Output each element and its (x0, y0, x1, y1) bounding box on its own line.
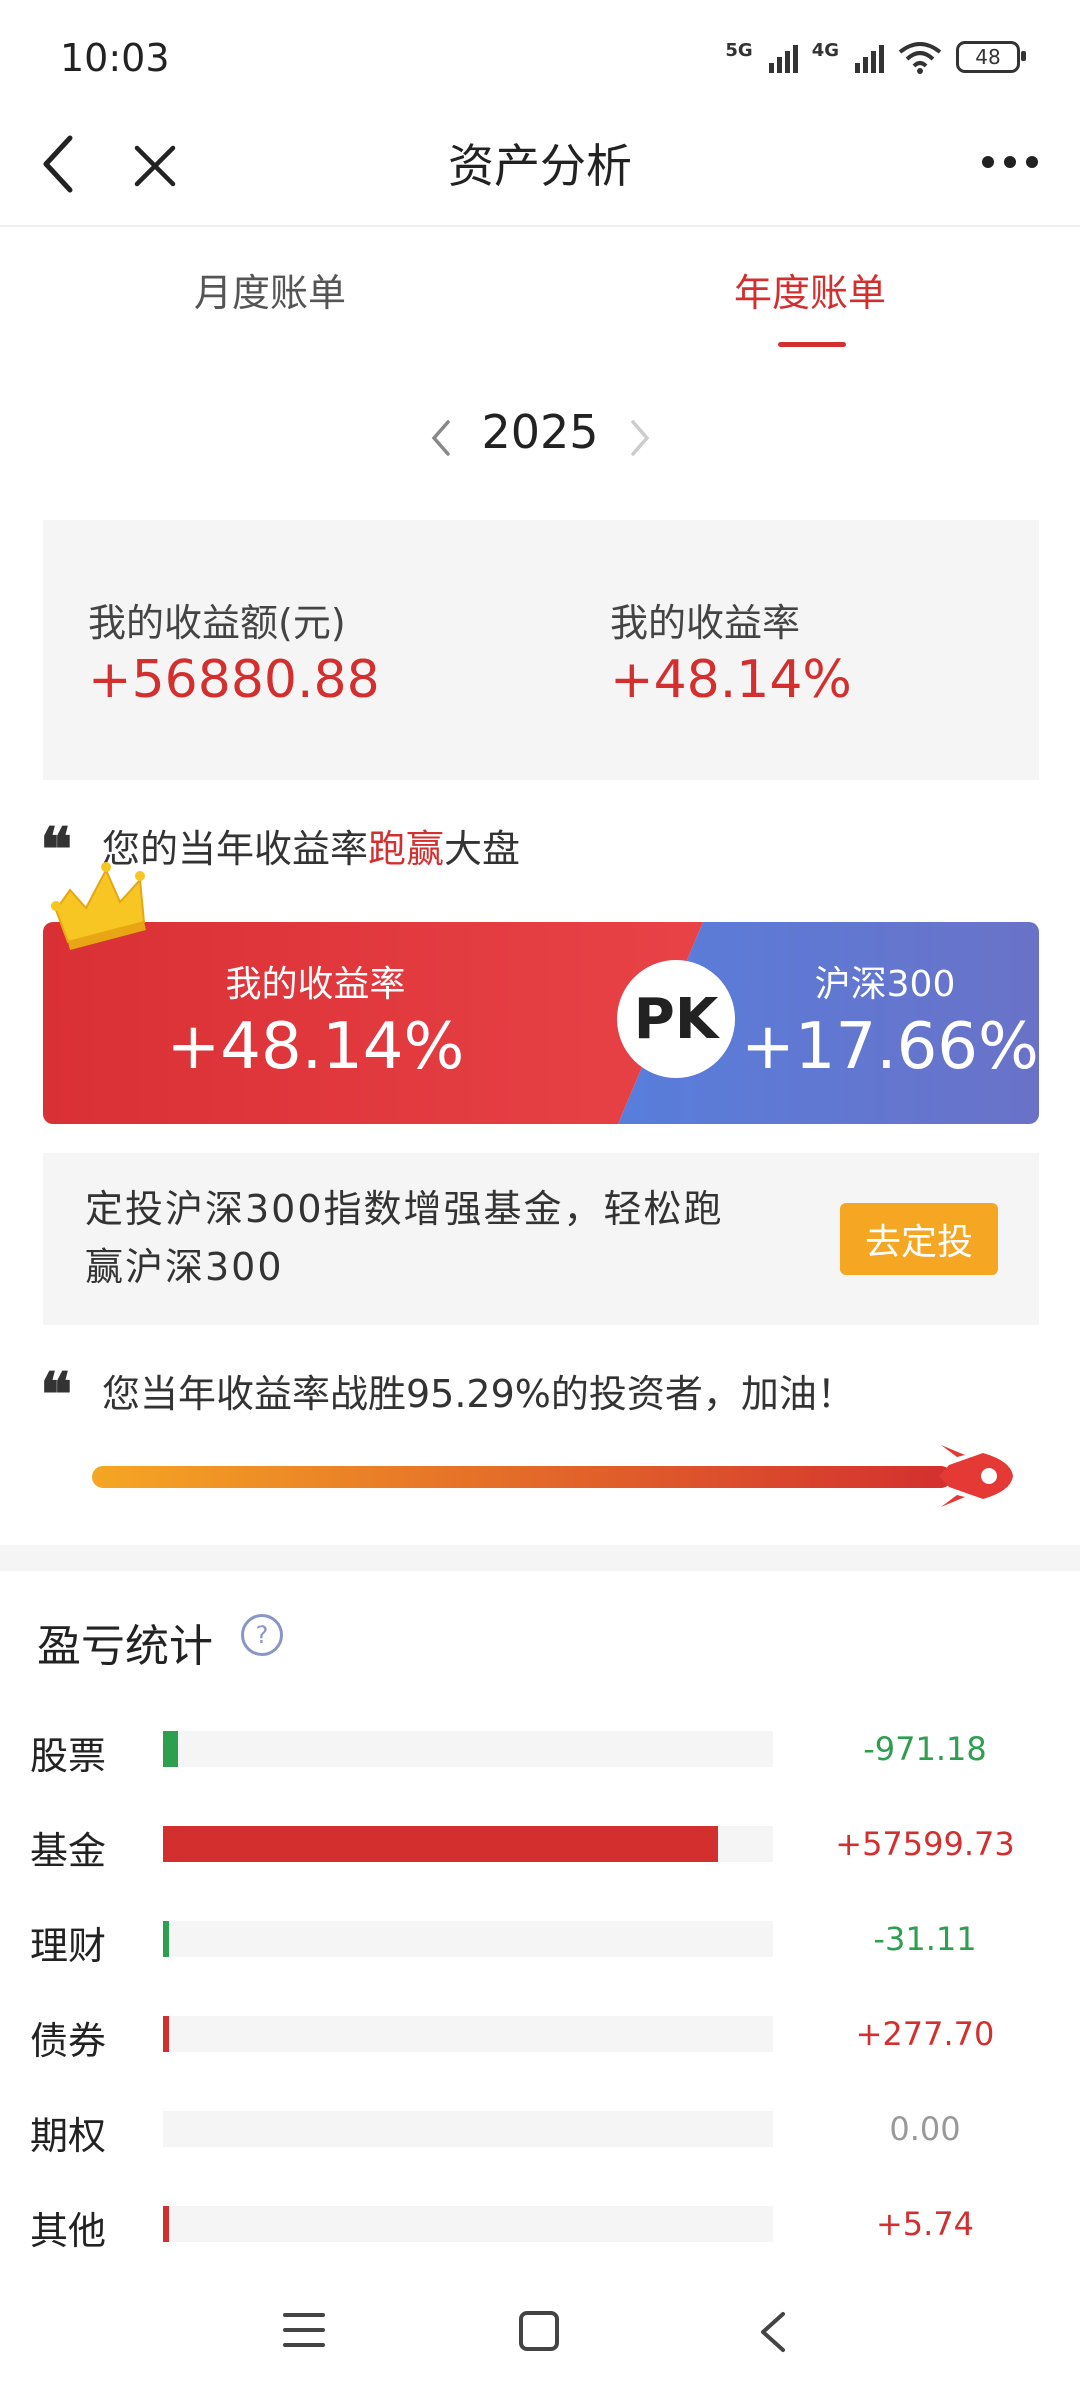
invest-button[interactable]: 去定投 (840, 1203, 998, 1275)
pk-index-value: +17.66% (741, 1010, 1039, 1084)
network-5g-label: 5G (725, 40, 753, 61)
wifi-icon (898, 42, 942, 74)
status-time: 10:03 (60, 36, 170, 80)
stats-row-track (163, 1921, 773, 1957)
status-icons: 5G 4G 48 (725, 40, 1026, 74)
compare-headline: 您的当年收益率跑赢大盘 (102, 818, 520, 873)
stats-row-track (163, 1731, 773, 1767)
stats-row-label: 理财 (30, 1924, 107, 1968)
stats-row-bar (163, 2016, 169, 2052)
network-4g-label: 4G (811, 40, 839, 61)
crown-icon (51, 862, 146, 950)
page-title: 资产分析 (448, 139, 632, 193)
signal-icon (768, 41, 798, 73)
stats-row-label: 基金 (30, 1829, 107, 1873)
quote-icon: ❝ (40, 1360, 73, 1430)
stats-row-value: -31.11 (873, 1920, 977, 1958)
rank-progress-bar (92, 1466, 952, 1488)
stats-row-value: 0.00 (889, 2110, 961, 2148)
battery-level: 48 (975, 45, 1001, 69)
system-back-icon[interactable] (757, 2310, 789, 2354)
stats-row-bar (163, 1826, 719, 1862)
home-icon[interactable] (518, 2310, 560, 2352)
battery-icon: 48 (956, 41, 1026, 73)
amount-label: 我的收益额(元) (88, 601, 346, 645)
pk-badge-text: PK (633, 986, 719, 1052)
divider (0, 225, 1080, 227)
rate-label: 我的收益率 (610, 601, 801, 645)
amount-value: +56880.88 (88, 650, 380, 710)
section-divider (0, 1545, 1080, 1571)
pk-index-label: 沪深300 (814, 964, 956, 1005)
pk-badge: PK (617, 960, 735, 1078)
stats-title: 盈亏统计 (37, 1621, 213, 1672)
stats-row-value: +5.74 (875, 2205, 975, 2243)
stats-row-value: +57599.73 (835, 1825, 1015, 1863)
tab-monthly[interactable]: 月度账单 (0, 262, 540, 317)
stats-row-bar (163, 2206, 169, 2242)
stats-row-track (163, 2206, 773, 2242)
stats-row-label: 股票 (30, 1734, 107, 1778)
compare-suffix: 大盘 (444, 827, 521, 871)
promo-text: 定投沪深300指数增强基金，轻松跑赢沪深300 (85, 1187, 724, 1289)
stats-row-track (163, 2016, 773, 2052)
tab-yearly[interactable]: 年度账单 (540, 262, 1080, 317)
rate-value: +48.14% (610, 650, 852, 710)
stats-row-label: 期权 (30, 2114, 107, 2158)
menu-icon[interactable] (283, 2310, 325, 2350)
rocket-icon (939, 1445, 1013, 1507)
more-icon[interactable] (980, 152, 1040, 172)
year-label: 2025 (481, 405, 599, 459)
stats-row-label: 其他 (30, 2209, 107, 2253)
stats-row-label: 债券 (30, 2019, 107, 2063)
pk-my-label: 我的收益率 (225, 964, 406, 1005)
stats-row-bar (163, 1921, 169, 1957)
stats-row-track (163, 1826, 773, 1862)
rank-text: 您当年收益率战胜95.29%的投资者，加油！ (102, 1372, 855, 1416)
tab-active-indicator (778, 342, 846, 347)
help-icon[interactable]: ? (241, 1614, 283, 1656)
stats-row-value: +277.70 (855, 2015, 995, 2053)
signal-icon (855, 41, 884, 73)
chevron-right-icon[interactable] (627, 418, 653, 458)
pk-my-value: +48.14% (166, 1010, 465, 1084)
compare-highlight: 跑赢 (368, 827, 445, 871)
stats-row-track (163, 2111, 773, 2147)
stats-row-value: -971.18 (863, 1730, 987, 1768)
stats-row-bar (163, 1731, 179, 1767)
